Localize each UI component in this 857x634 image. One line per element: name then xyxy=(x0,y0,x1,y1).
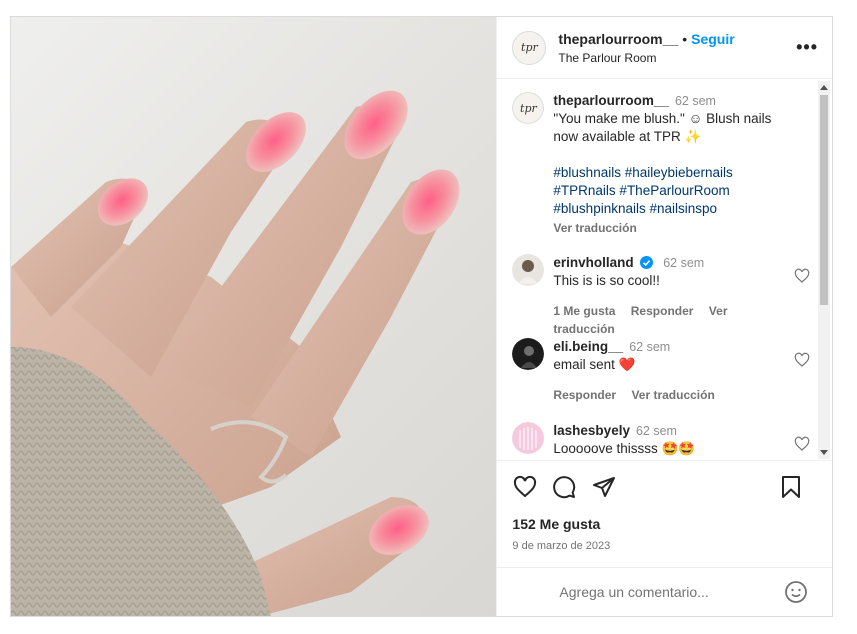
comments-scrollbar[interactable] xyxy=(818,81,830,459)
add-comment-input[interactable] xyxy=(557,583,772,601)
comment-text: Looooove thissss 🤩🤩 xyxy=(553,441,696,456)
caption-translate-link[interactable]: Ver traducción xyxy=(553,219,802,237)
heart-icon[interactable] xyxy=(512,475,538,499)
reply-button[interactable]: Responder xyxy=(553,388,616,402)
comment-username[interactable]: lashesbyely xyxy=(553,423,630,438)
comment-time[interactable]: 62 sem xyxy=(629,340,670,354)
emoji-icon[interactable] xyxy=(784,580,808,604)
comment-item: erinvholland 62 sem This is is so cool!!… xyxy=(512,254,810,338)
scroll-up-arrow-icon[interactable] xyxy=(820,85,828,90)
hashtags-line2[interactable]: #TPRnails #TheParlourRoom xyxy=(553,183,729,198)
post-date[interactable]: 9 de marzo de 2023 xyxy=(512,540,832,552)
action-bar xyxy=(497,461,832,513)
heart-icon[interactable] xyxy=(794,436,810,452)
comment-username[interactable]: eli.being__ xyxy=(553,339,623,354)
comment-text: This is is so cool!! xyxy=(553,273,660,288)
reply-button[interactable]: Responder xyxy=(631,304,694,318)
commenter-avatar[interactable] xyxy=(512,422,545,454)
hand-photo xyxy=(11,90,460,616)
caption-username[interactable]: theparlourroom__ xyxy=(553,93,669,108)
commenter-avatar[interactable] xyxy=(512,254,545,286)
commenter-avatar[interactable] xyxy=(512,338,545,370)
post-header: tpr theparlourroom__ • Seguir The Parlou… xyxy=(497,17,832,79)
follow-button[interactable]: Seguir xyxy=(691,31,735,47)
hashtags-line1[interactable]: #blushnails #haileybiebernails xyxy=(553,165,732,180)
comment-item: lashesbyely 62 sem Looooove thissss 🤩🤩 xyxy=(512,422,810,458)
caption-block: tpr theparlourroom__ 62 sem "You make me … xyxy=(512,92,802,237)
post-sidebar: tpr theparlourroom__ • Seguir The Parlou… xyxy=(496,17,833,616)
comment-likes[interactable]: 1 Me gusta xyxy=(553,304,615,318)
bookmark-icon[interactable] xyxy=(780,475,802,499)
caption-time[interactable]: 62 sem xyxy=(675,94,716,108)
comment-icon[interactable] xyxy=(552,475,576,499)
more-horizontal-icon[interactable]: ••• xyxy=(796,37,818,58)
scroll-thumb[interactable] xyxy=(820,95,828,305)
comment-text: email sent ❤️ xyxy=(553,357,636,372)
header-meta: theparlourroom__ • Seguir The Parlour Ro… xyxy=(558,31,796,65)
header-username[interactable]: theparlourroom__ xyxy=(558,31,678,47)
header-subtitle[interactable]: The Parlour Room xyxy=(558,51,796,65)
post-dialog: tpr theparlourroom__ • Seguir The Parlou… xyxy=(10,16,833,617)
verified-badge-icon xyxy=(640,256,654,269)
comment-time[interactable]: 62 sem xyxy=(663,256,704,270)
header-separator: • xyxy=(682,30,688,47)
comment-item: eli.being__ 62 sem email sent ❤️ Responde… xyxy=(512,338,810,404)
likes-count[interactable]: 152 Me gusta xyxy=(512,516,832,532)
post-footer: 152 Me gusta 9 de marzo de 2023 xyxy=(497,460,833,552)
share-icon[interactable] xyxy=(592,475,616,499)
comment-username[interactable]: erinvholland xyxy=(553,255,633,270)
scroll-down-arrow-icon[interactable] xyxy=(820,450,828,455)
comments-list[interactable]: tpr theparlourroom__ 62 sem "You make me … xyxy=(497,80,832,460)
heart-icon[interactable] xyxy=(794,268,810,284)
caption-line2: now available at TPR ✨ xyxy=(553,129,702,144)
hashtags-line3[interactable]: #blushpinknails #nailsinspo xyxy=(553,201,717,216)
translate-link[interactable]: Ver traducción xyxy=(631,388,714,402)
caption-avatar[interactable]: tpr xyxy=(512,92,545,124)
caption-line1: "You make me blush." ☺ Blush nails xyxy=(553,111,772,126)
profile-avatar[interactable]: tpr xyxy=(512,30,547,65)
heart-icon[interactable] xyxy=(794,352,810,368)
post-image[interactable] xyxy=(11,17,497,616)
comment-time[interactable]: 62 sem xyxy=(636,424,677,438)
add-comment-bar xyxy=(497,567,833,616)
